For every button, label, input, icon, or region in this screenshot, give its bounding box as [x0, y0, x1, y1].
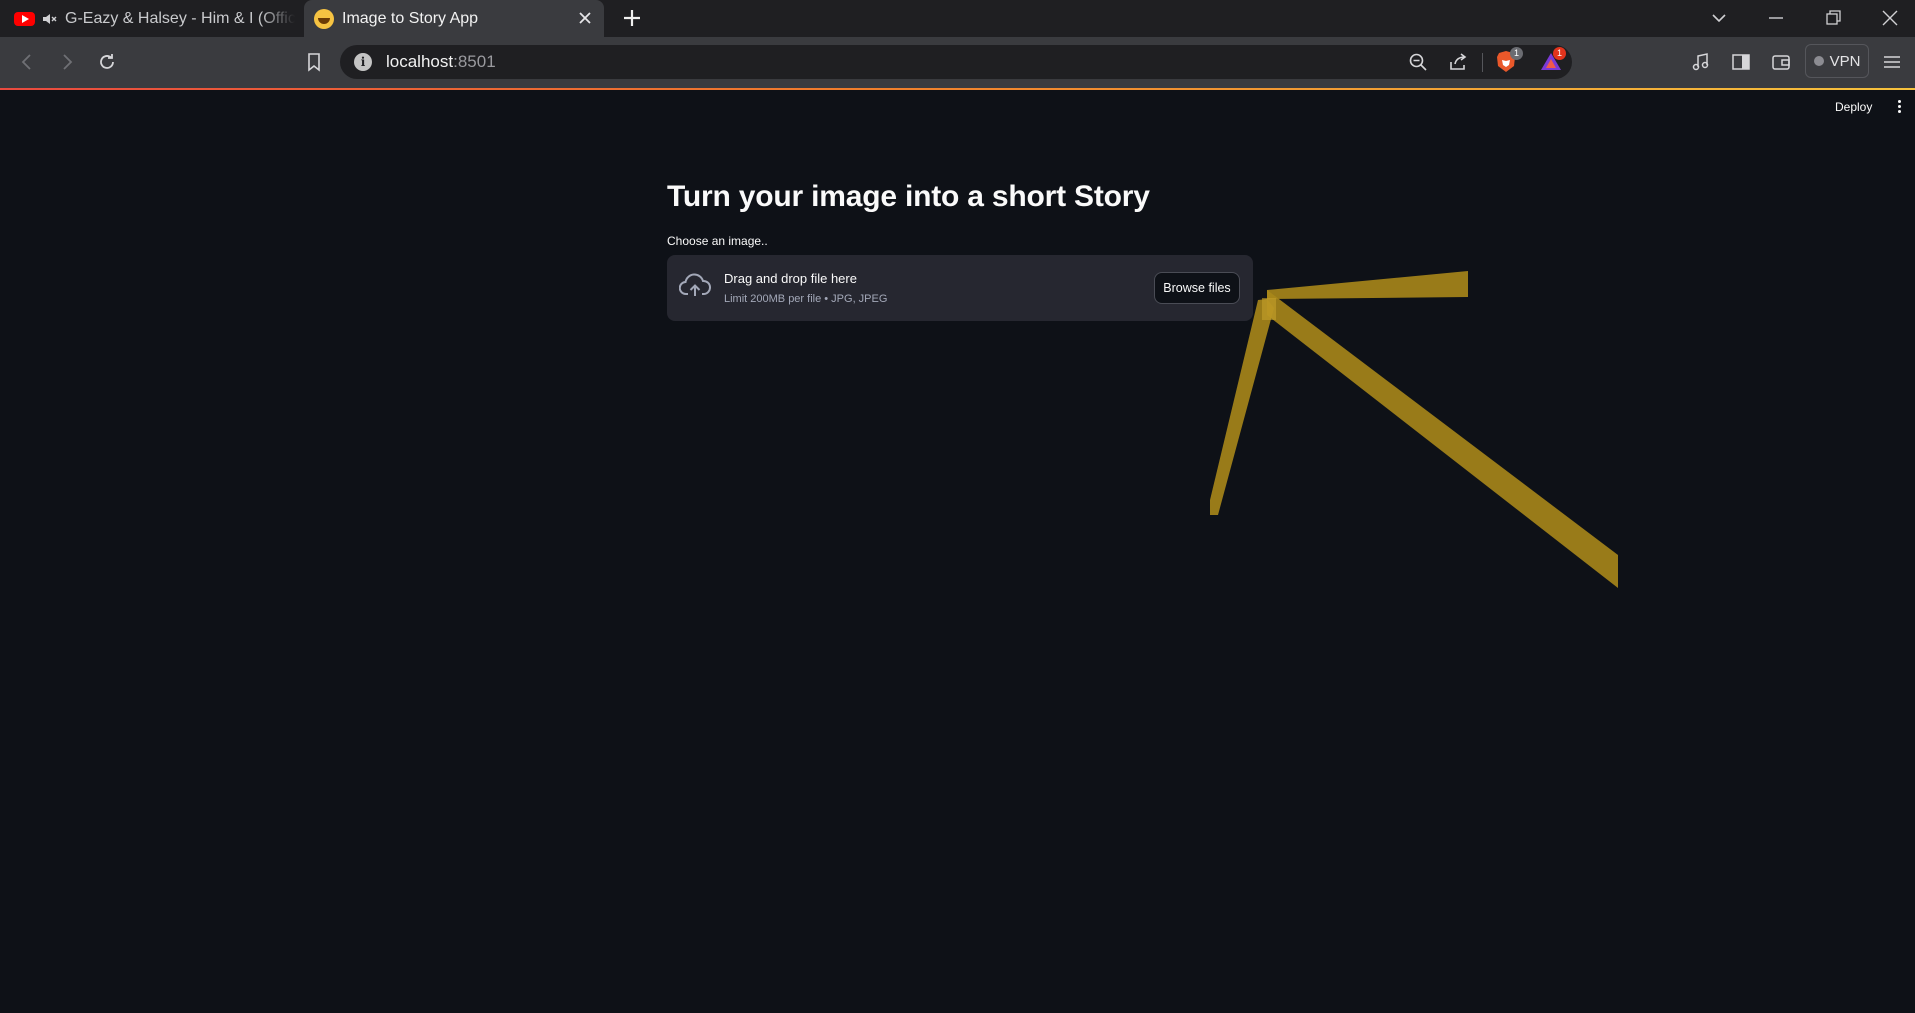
page-load-progress-bar [0, 88, 1915, 90]
browser-tab-strip: G-Eazy & Halsey - Him & I (Officia Image… [0, 0, 1915, 37]
back-icon[interactable] [16, 51, 38, 73]
file-dropzone[interactable]: Drag and drop file here Limit 200MB per … [667, 255, 1253, 321]
tab-title: Image to Story App [342, 9, 479, 27]
grinning-emoji-icon [314, 8, 334, 29]
page-title: Turn your image into a short Story [667, 180, 1150, 213]
deploy-button[interactable]: Deploy [1835, 100, 1872, 114]
tab-image-to-story[interactable]: Image to Story App [304, 0, 604, 37]
cloud-upload-icon [679, 273, 711, 296]
site-info-icon[interactable]: i [354, 53, 372, 71]
omnibox-divider [1482, 53, 1483, 72]
close-tab-icon[interactable] [576, 9, 594, 27]
address-bar[interactable]: i localhost:8501 1 1 [340, 45, 1572, 79]
restore-icon[interactable] [1821, 6, 1845, 30]
wallet-icon[interactable] [1770, 51, 1792, 73]
close-window-icon[interactable] [1878, 6, 1902, 30]
vpn-button[interactable]: VPN [1805, 44, 1869, 78]
forward-icon[interactable] [56, 51, 78, 73]
browser-toolbar: i localhost:8501 1 1 VPN [0, 37, 1915, 88]
tab-title: G-Eazy & Halsey - Him & I (Officia [65, 9, 295, 27]
tab-search-chevron-icon[interactable] [1707, 6, 1731, 30]
muted-speaker-icon[interactable] [41, 11, 57, 27]
media-music-icon[interactable] [1690, 51, 1712, 73]
dropzone-file-limit: Limit 200MB per file • JPG, JPEG [724, 293, 888, 305]
main-menu-kebab-icon[interactable] [1896, 100, 1902, 116]
url-text: localhost:8501 [386, 52, 496, 72]
tab-youtube-video[interactable]: G-Eazy & Halsey - Him & I (Officia [0, 0, 300, 37]
hamburger-menu-icon[interactable] [1881, 51, 1903, 73]
uploader-label: Choose an image.. [667, 234, 768, 248]
url-host: localhost [386, 52, 454, 71]
dropzone-instructions: Drag and drop file here [724, 271, 857, 286]
reload-icon[interactable] [96, 51, 118, 73]
bookmark-icon[interactable] [303, 51, 325, 73]
annotation-arrow-icon [1210, 271, 1618, 588]
sidebar-toggle-icon[interactable] [1730, 51, 1752, 73]
youtube-icon [14, 11, 35, 26]
url-port: :8501 [453, 52, 496, 71]
share-icon[interactable] [1448, 52, 1468, 72]
vpn-label: VPN [1829, 52, 1861, 70]
shields-count-badge: 1 [1510, 47, 1523, 60]
zoom-out-icon[interactable] [1408, 52, 1428, 72]
new-tab-icon[interactable] [620, 6, 644, 30]
vpn-status-icon [1813, 56, 1824, 66]
rewards-count-badge: 1 [1553, 47, 1566, 60]
minimize-icon[interactable] [1764, 6, 1788, 30]
